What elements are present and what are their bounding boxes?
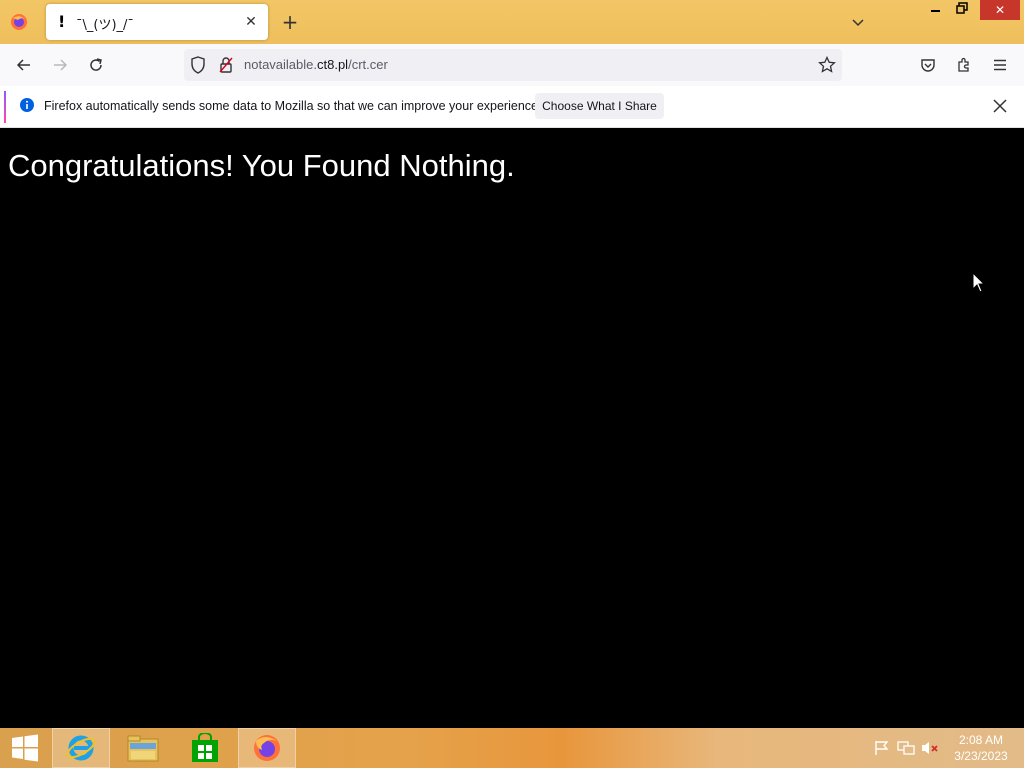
url-domain: ct8.pl bbox=[317, 57, 349, 72]
window-restore-button[interactable] bbox=[947, 0, 977, 20]
notification-message: Firefox automatically sends some data to… bbox=[44, 99, 542, 113]
firefox-icon bbox=[254, 735, 280, 761]
reload-button[interactable] bbox=[84, 54, 108, 76]
url-path: /crt.cer bbox=[348, 57, 388, 72]
forward-button[interactable] bbox=[48, 54, 72, 76]
taskbar-file-explorer[interactable] bbox=[114, 728, 172, 768]
folder-icon bbox=[127, 735, 159, 762]
network-icon[interactable] bbox=[897, 740, 915, 756]
back-button[interactable] bbox=[12, 54, 36, 76]
info-icon bbox=[19, 97, 35, 117]
page-heading: Congratulations! You Found Nothing. bbox=[8, 148, 515, 183]
address-bar[interactable]: notavailable.ct8.pl/crt.cer bbox=[184, 49, 842, 81]
arrow-left-icon bbox=[16, 59, 30, 71]
choose-what-i-share-button[interactable]: Choose What I Share bbox=[535, 93, 664, 119]
reload-icon bbox=[90, 58, 102, 71]
tracking-protection-shield-icon[interactable] bbox=[190, 56, 206, 78]
chevron-down-icon bbox=[852, 19, 864, 27]
taskbar-firefox[interactable] bbox=[238, 728, 296, 768]
hamburger-menu-icon bbox=[994, 59, 1006, 71]
notification-accent-bar bbox=[4, 91, 6, 123]
window-close-button[interactable]: ✕ bbox=[980, 0, 1020, 20]
notification-close-button[interactable] bbox=[990, 96, 1010, 116]
close-icon: ✕ bbox=[994, 3, 1006, 17]
tab-strip: ! ¯\_(ツ)_/¯ ✕ + ✕ bbox=[0, 0, 1024, 44]
taskbar-internet-explorer[interactable] bbox=[52, 728, 110, 768]
taskbar-windows-store[interactable] bbox=[176, 728, 234, 768]
new-tab-button[interactable]: + bbox=[280, 12, 300, 32]
restore-icon bbox=[956, 2, 968, 14]
bookmark-star-icon[interactable] bbox=[818, 55, 836, 78]
tab-title: ¯\_(ツ)_/¯ bbox=[76, 18, 134, 33]
navigation-toolbar: notavailable.ct8.pl/crt.cer bbox=[0, 44, 1024, 86]
start-button[interactable] bbox=[0, 728, 50, 768]
clock-date: 3/23/2023 bbox=[954, 749, 1008, 763]
action-center-flag-icon[interactable] bbox=[873, 740, 891, 756]
page-content: Congratulations! You Found Nothing. bbox=[0, 128, 1024, 728]
data-reporting-notification: Firefox automatically sends some data to… bbox=[0, 86, 1024, 128]
url-prefix: notavailable. bbox=[244, 57, 317, 72]
close-icon bbox=[993, 99, 1007, 113]
volume-muted-icon[interactable] bbox=[921, 740, 939, 756]
browser-tab-active[interactable]: ! ¯\_(ツ)_/¯ ✕ bbox=[46, 4, 268, 40]
arrow-right-icon bbox=[54, 59, 68, 71]
pocket-icon bbox=[921, 59, 935, 72]
extensions-button[interactable] bbox=[952, 54, 976, 76]
application-menu-button[interactable] bbox=[988, 54, 1012, 76]
puzzle-icon bbox=[958, 57, 969, 72]
store-bag-icon bbox=[192, 733, 218, 762]
url-text[interactable]: notavailable.ct8.pl/crt.cer bbox=[244, 57, 388, 72]
internet-explorer-icon bbox=[66, 735, 96, 761]
mouse-cursor-icon bbox=[972, 271, 986, 298]
firefox-view-icon[interactable] bbox=[9, 12, 29, 32]
insecure-lock-icon[interactable] bbox=[218, 56, 234, 78]
minimize-icon bbox=[931, 10, 940, 12]
tab-close-icon[interactable]: ✕ bbox=[242, 13, 260, 31]
tab-favicon: ! bbox=[58, 12, 66, 31]
pocket-button[interactable] bbox=[916, 54, 940, 76]
windows-taskbar: 2:08 AM 3/23/2023 bbox=[0, 728, 1024, 768]
clock-time: 2:08 AM bbox=[958, 733, 1004, 747]
system-clock[interactable]: 2:08 AM 3/23/2023 bbox=[944, 732, 1018, 764]
list-all-tabs-button[interactable] bbox=[848, 12, 868, 32]
windows-logo-icon bbox=[12, 734, 38, 762]
